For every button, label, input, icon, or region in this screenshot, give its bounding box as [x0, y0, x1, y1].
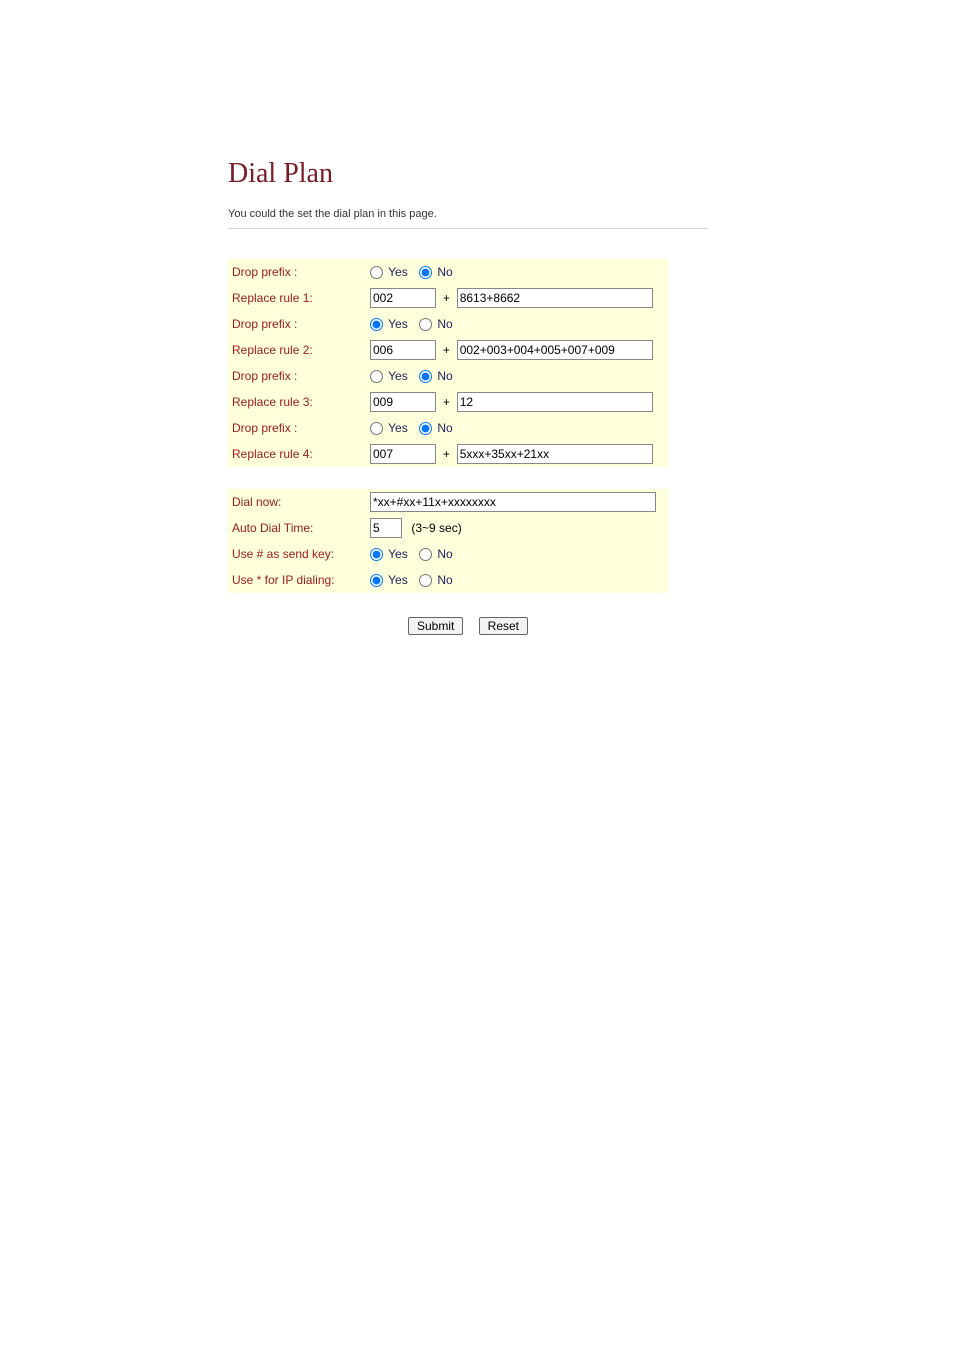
no-label: No: [437, 547, 452, 561]
replace-rule-2-label: Replace rule 2:: [228, 337, 366, 363]
yes-label: Yes: [388, 265, 408, 279]
auto-dial-time-input[interactable]: [370, 518, 402, 538]
button-row: Submit Reset: [228, 617, 708, 635]
star-ip-dialing-yes[interactable]: Yes: [370, 573, 408, 587]
yes-label: Yes: [388, 369, 408, 383]
drop-prefix-4-yes[interactable]: Yes: [370, 421, 408, 435]
plus-icon: +: [439, 447, 453, 461]
submit-button[interactable]: Submit: [408, 617, 463, 635]
replace-rule-3-prefix[interactable]: [370, 392, 436, 412]
drop-prefix-2-yes[interactable]: Yes: [370, 317, 408, 331]
yes-label: Yes: [388, 317, 408, 331]
drop-prefix-3-label: Drop prefix :: [228, 363, 366, 389]
reset-button[interactable]: Reset: [479, 617, 528, 635]
no-label: No: [437, 317, 452, 331]
drop-prefix-1-yes[interactable]: Yes: [370, 265, 408, 279]
drop-prefix-2-label: Drop prefix :: [228, 311, 366, 337]
plus-icon: +: [439, 395, 453, 409]
replace-rule-1-prefix[interactable]: [370, 288, 436, 308]
star-ip-dialing-no[interactable]: No: [419, 573, 453, 587]
drop-prefix-3-no[interactable]: No: [419, 369, 453, 383]
replace-rule-1-label: Replace rule 1:: [228, 285, 366, 311]
replace-rule-3-label: Replace rule 3:: [228, 389, 366, 415]
drop-prefix-2-no[interactable]: No: [419, 317, 453, 331]
drop-prefix-3-yes[interactable]: Yes: [370, 369, 408, 383]
yes-label: Yes: [388, 421, 408, 435]
no-label: No: [437, 573, 452, 587]
replace-rule-3-value[interactable]: [457, 392, 653, 412]
dial-plan-form: Drop prefix : Yes No Replace rule 1: + D…: [228, 259, 668, 593]
no-label: No: [437, 265, 452, 279]
no-label: No: [437, 421, 452, 435]
hash-send-key-yes[interactable]: Yes: [370, 547, 408, 561]
plus-icon: +: [439, 343, 453, 357]
drop-prefix-1-label: Drop prefix :: [228, 259, 366, 285]
plus-icon: +: [439, 291, 453, 305]
auto-dial-time-range: (3~9 sec): [405, 521, 461, 535]
no-label: No: [437, 369, 452, 383]
replace-rule-1-value[interactable]: [457, 288, 653, 308]
auto-dial-time-label: Auto Dial Time:: [228, 515, 366, 541]
replace-rule-2-prefix[interactable]: [370, 340, 436, 360]
replace-rule-4-label: Replace rule 4:: [228, 441, 366, 467]
dial-now-label: Dial now:: [228, 489, 366, 515]
hash-send-key-label: Use # as send key:: [228, 541, 366, 567]
replace-rule-4-value[interactable]: [457, 444, 653, 464]
hash-send-key-no[interactable]: No: [419, 547, 453, 561]
dial-now-input[interactable]: [370, 492, 656, 512]
page-title: Dial Plan: [228, 158, 708, 190]
replace-rule-4-prefix[interactable]: [370, 444, 436, 464]
star-ip-dialing-label: Use * for IP dialing:: [228, 567, 366, 593]
replace-rule-2-value[interactable]: [457, 340, 653, 360]
drop-prefix-4-no[interactable]: No: [419, 421, 453, 435]
yes-label: Yes: [388, 547, 408, 561]
drop-prefix-4-label: Drop prefix :: [228, 415, 366, 441]
yes-label: Yes: [388, 573, 408, 587]
page-description: You could the set the dial plan in this …: [228, 208, 708, 229]
drop-prefix-1-no[interactable]: No: [419, 265, 453, 279]
